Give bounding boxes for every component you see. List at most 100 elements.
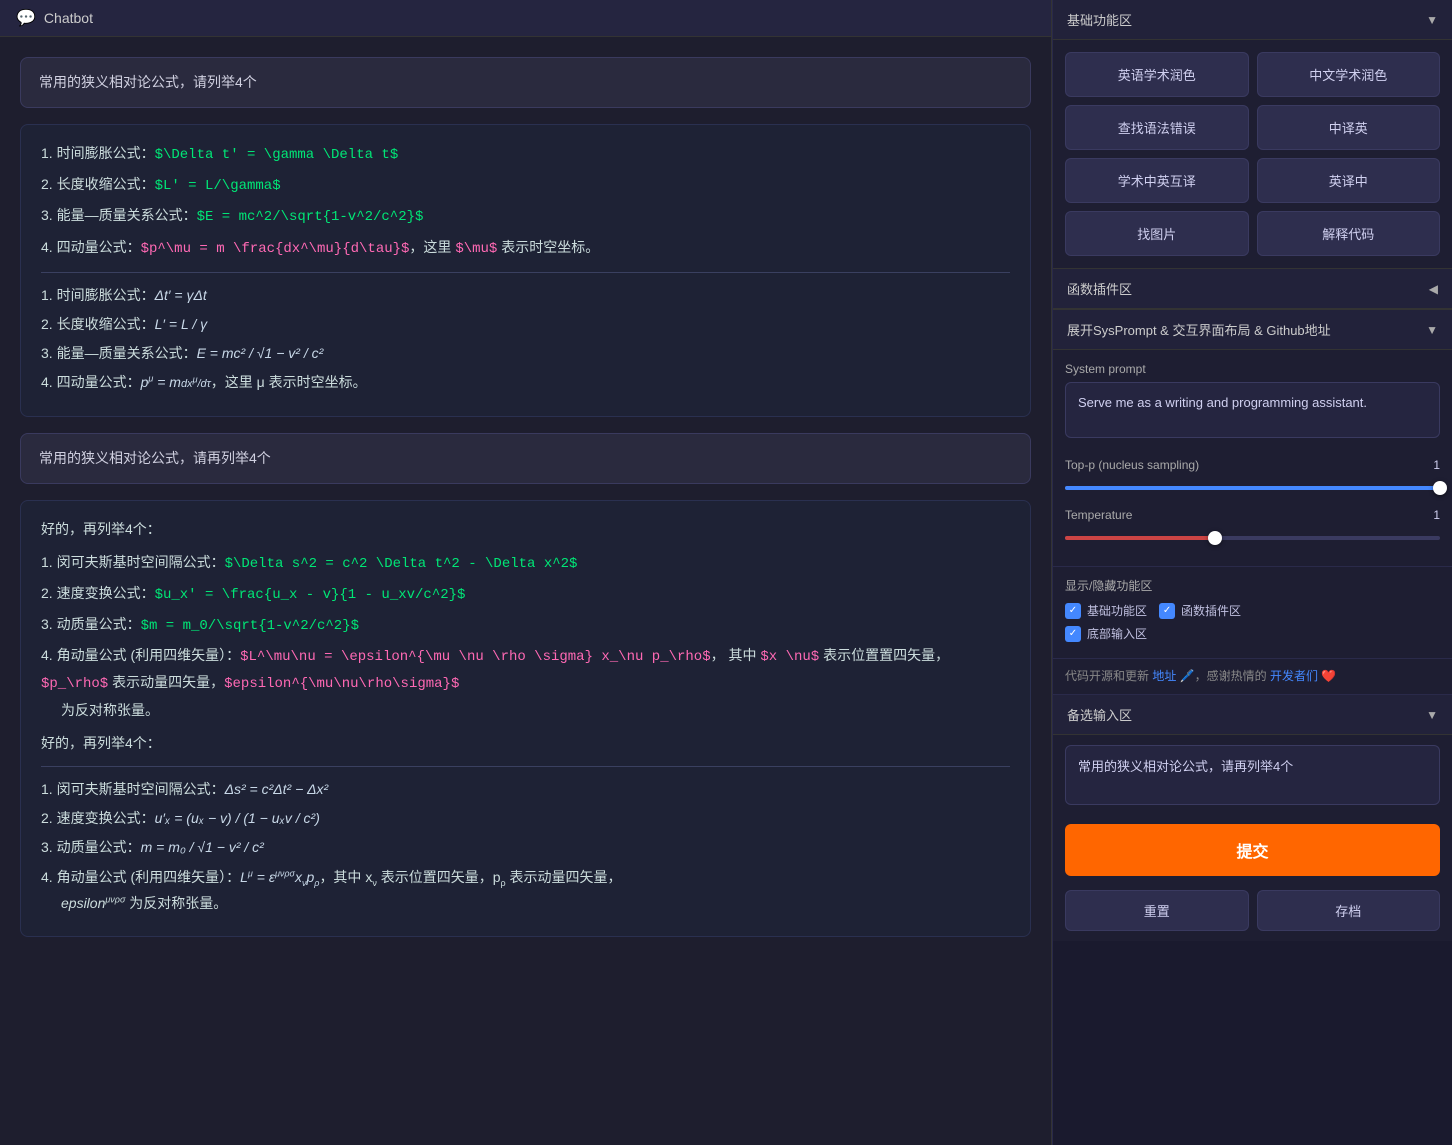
user-message-2-text: 常用的狭义相对论公式，请再列举4个	[39, 450, 271, 466]
expand-label: 展开SysPrompt & 交互界面布局 & Github地址	[1067, 320, 1331, 339]
btn-english-polish[interactable]: 英语学术润色	[1065, 52, 1249, 97]
temperature-fill	[1065, 536, 1215, 540]
top-p-row: Top-p (nucleus sampling) 1	[1065, 458, 1440, 472]
rendered-math-2-3: m = m₀ / √1 − v² / c²	[141, 839, 264, 855]
rendered-sub-text: epsilonμνρσ	[61, 895, 125, 911]
backup-header[interactable]: 备选输入区 ▼	[1053, 695, 1452, 735]
checkbox-plugin-label: 函数插件区	[1181, 602, 1241, 619]
assistant-message-1: 1. 时间膨胀公式：$\Delta t' = \gamma \Delta t$ …	[20, 124, 1031, 417]
rendered-item-2-2: 2. 速度变换公式：u′ₓ = (uₓ − v) / (1 − uₓv / c²…	[41, 806, 1010, 831]
reset-button[interactable]: 重置	[1065, 890, 1249, 931]
save-button[interactable]: 存档	[1257, 890, 1441, 931]
formula-green-1: $\Delta t' = \gamma \Delta t$	[155, 147, 399, 163]
chat-messages: 常用的狭义相对论公式，请列举4个 1. 时间膨胀公式：$\Delta t' = …	[0, 37, 1051, 1145]
plugin-section-header: 函数插件区 ◀	[1053, 268, 1452, 309]
rendered-math-2: L′ = L / γ	[155, 316, 208, 332]
header-title: Chatbot	[44, 10, 93, 26]
formula-item-1-2: 2. 长度收缩公式：$L' = L/\gamma$	[41, 172, 1010, 199]
backup-arrow: ▼	[1426, 708, 1438, 722]
submit-button[interactable]: 提交	[1065, 824, 1440, 876]
top-p-thumb[interactable]	[1433, 481, 1447, 495]
chat-icon: 💬	[16, 8, 36, 28]
formula-item-1-3: 3. 能量—质量关系公式：$E = mc^2/\sqrt{1-v^2/c^2}$	[41, 203, 1010, 230]
checkbox-row-2: ✓ 底部输入区	[1065, 625, 1440, 642]
visibility-section: 显示/隐藏功能区 ✓ 基础功能区 ✓ 函数插件区 ✓ 底部输入区	[1053, 566, 1452, 658]
formula-pink-2-1: $L^\mu\nu = \epsilon^{\mu \nu \rho \sigm…	[240, 649, 710, 665]
btn-en-to-zh[interactable]: 英译中	[1257, 158, 1441, 203]
btn-find-image[interactable]: 找图片	[1065, 211, 1249, 256]
formula-green-3: $E = mc^2/\sqrt{1-v^2/c^2}$	[197, 209, 424, 225]
btn-academic-translate[interactable]: 学术中英互译	[1065, 158, 1249, 203]
user-message-1: 常用的狭义相对论公式，请列举4个	[20, 57, 1031, 108]
formula-pink-mu: $\mu$	[455, 241, 497, 257]
expand-header[interactable]: 展开SysPrompt & 交互界面布局 & Github地址 ▼	[1053, 309, 1452, 350]
checkbox-input-box: ✓	[1065, 626, 1081, 642]
formula-green-2-3: $m = m_0/\sqrt{1-v^2/c^2}$	[141, 618, 359, 634]
footer-link2[interactable]: 开发者们	[1270, 669, 1318, 683]
rendered-math-2-2: u′ₓ = (uₓ − v) / (1 − uₓv / c²)	[155, 810, 320, 826]
footer-mid: 🖊️，感谢热情的	[1180, 669, 1267, 683]
top-p-value: 1	[1410, 458, 1440, 472]
formula-pink-2-4: $epsilon^{\mu\nu\rho\sigma}$	[224, 676, 459, 692]
temperature-value: 1	[1410, 508, 1440, 522]
basic-functions-grid: 英语学术润色 中文学术润色 查找语法错误 中译英 学术中英互译 英译中 找图片 …	[1053, 40, 1452, 268]
temperature-track	[1065, 536, 1440, 540]
temperature-label: Temperature	[1065, 508, 1410, 522]
chat-panel: 💬 Chatbot 常用的狭义相对论公式，请列举4个 1. 时间膨胀公式：$\D…	[0, 0, 1052, 1145]
temperature-slider-container[interactable]	[1065, 528, 1440, 548]
formula-item-2-1: 1. 闵可夫斯基时空间隔公式：$\Delta s^2 = c^2 \Delta …	[41, 550, 1010, 577]
formula-pink-1: $p^\mu = m \frac{dx^\mu}{d\tau}$	[141, 241, 410, 257]
visibility-label: 显示/隐藏功能区	[1065, 577, 1440, 594]
formula-green-2-2: $u_x' = \frac{u_x - v}{1 - u_xv/c^2}$	[155, 587, 466, 603]
basic-functions-arrow: ▼	[1426, 13, 1438, 27]
footer-link[interactable]: 地址	[1152, 669, 1176, 683]
rendered-list-1: 1. 时间膨胀公式：Δt′ = γΔt 2. 长度收缩公式：L′ = L / γ…	[41, 283, 1010, 396]
basic-functions-header: 基础功能区 ▼	[1053, 0, 1452, 40]
btn-explain-code[interactable]: 解释代码	[1257, 211, 1441, 256]
footer-heart: ❤️	[1321, 669, 1336, 683]
checkbox-input[interactable]: ✓ 底部输入区	[1065, 625, 1147, 642]
plugin-label: 函数插件区	[1067, 279, 1132, 298]
footer-text: 代码开源和更新	[1065, 669, 1149, 683]
formula-item-2-2: 2. 速度变换公式：$u_x' = \frac{u_x - v}{1 - u_x…	[41, 581, 1010, 608]
rendered-item-1-4: 4. 四动量公式：pμ = mdxμ/dτ，这里 μ 表示时空坐标。	[41, 370, 1010, 395]
checkbox-plugin-box: ✓	[1159, 603, 1175, 619]
formula-pink-2-3: $p_\rho$	[41, 676, 108, 692]
checkbox-plugin[interactable]: ✓ 函数插件区	[1159, 602, 1241, 619]
slider-area: Top-p (nucleus sampling) 1 Temperature 1	[1053, 450, 1452, 566]
expand-arrow: ▼	[1426, 323, 1438, 337]
rendered-item-2-4: 4. 角动量公式 (利用四维矢量）：Lμ = εμνρσxνpρ，其中 xν 表…	[41, 865, 1010, 916]
footer-note: 代码开源和更新 地址 🖊️，感谢热情的 开发者们 ❤️	[1053, 658, 1452, 694]
checkbox-basic-box: ✓	[1065, 603, 1081, 619]
checkbox-basic[interactable]: ✓ 基础功能区	[1065, 602, 1147, 619]
btn-grammar-check[interactable]: 查找语法错误	[1065, 105, 1249, 150]
bottom-buttons: 重置 存档	[1053, 882, 1452, 941]
backup-textarea[interactable]: 常用的狭义相对论公式，请再列举4个	[1065, 745, 1440, 805]
formula-item-2-3: 3. 动质量公式：$m = m_0/\sqrt{1-v^2/c^2}$	[41, 612, 1010, 639]
assistant-intro: 好的，再列举4个：	[41, 517, 1010, 542]
right-panel: 基础功能区 ▼ 英语学术润色 中文学术润色 查找语法错误 中译英 学术中英互译 …	[1052, 0, 1452, 1145]
system-prompt-area: System prompt Serve me as a writing and …	[1053, 350, 1452, 450]
temperature-thumb[interactable]	[1208, 531, 1222, 545]
rendered-math-1: Δt′ = γΔt	[155, 287, 207, 303]
rendered-item-1-3: 3. 能量—质量关系公式：E = mc² / √1 − v² / c²	[41, 341, 1010, 366]
backup-section: 备选输入区 ▼ 常用的狭义相对论公式，请再列举4个 提交 重置 存档	[1053, 694, 1452, 941]
formula-list-2: 1. 闵可夫斯基时空间隔公式：$\Delta s^2 = c^2 \Delta …	[41, 550, 1010, 723]
assistant-intro-2: 好的，再列举4个：	[41, 731, 1010, 756]
formula-item-1-1: 1. 时间膨胀公式：$\Delta t' = \gamma \Delta t$	[41, 141, 1010, 168]
checkbox-row-1: ✓ 基础功能区 ✓ 函数插件区	[1065, 602, 1440, 619]
formula-list-1: 1. 时间膨胀公式：$\Delta t' = \gamma \Delta t$ …	[41, 141, 1010, 262]
formula-item-1-4: 4. 四动量公式：$p^\mu = m \frac{dx^\mu}{d\tau}…	[41, 235, 1010, 262]
user-message-1-text: 常用的狭义相对论公式，请列举4个	[39, 74, 257, 90]
top-p-label: Top-p (nucleus sampling)	[1065, 458, 1410, 472]
plugin-arrow: ◀	[1429, 282, 1438, 296]
rendered-list-2: 1. 闵可夫斯基时空间隔公式：Δs² = c²Δt² − Δx² 2. 速度变换…	[41, 777, 1010, 916]
checkbox-input-label: 底部输入区	[1087, 625, 1147, 642]
btn-zh-to-en[interactable]: 中译英	[1257, 105, 1441, 150]
top-p-fill	[1065, 486, 1440, 490]
rendered-math-3: E = mc² / √1 − v² / c²	[197, 345, 324, 361]
header-bar: 💬 Chatbot	[0, 0, 1051, 37]
rendered-math-2-4: Lμ = εμνρσxνpρ	[240, 869, 319, 885]
btn-chinese-polish[interactable]: 中文学术润色	[1257, 52, 1441, 97]
top-p-slider-container[interactable]	[1065, 478, 1440, 498]
